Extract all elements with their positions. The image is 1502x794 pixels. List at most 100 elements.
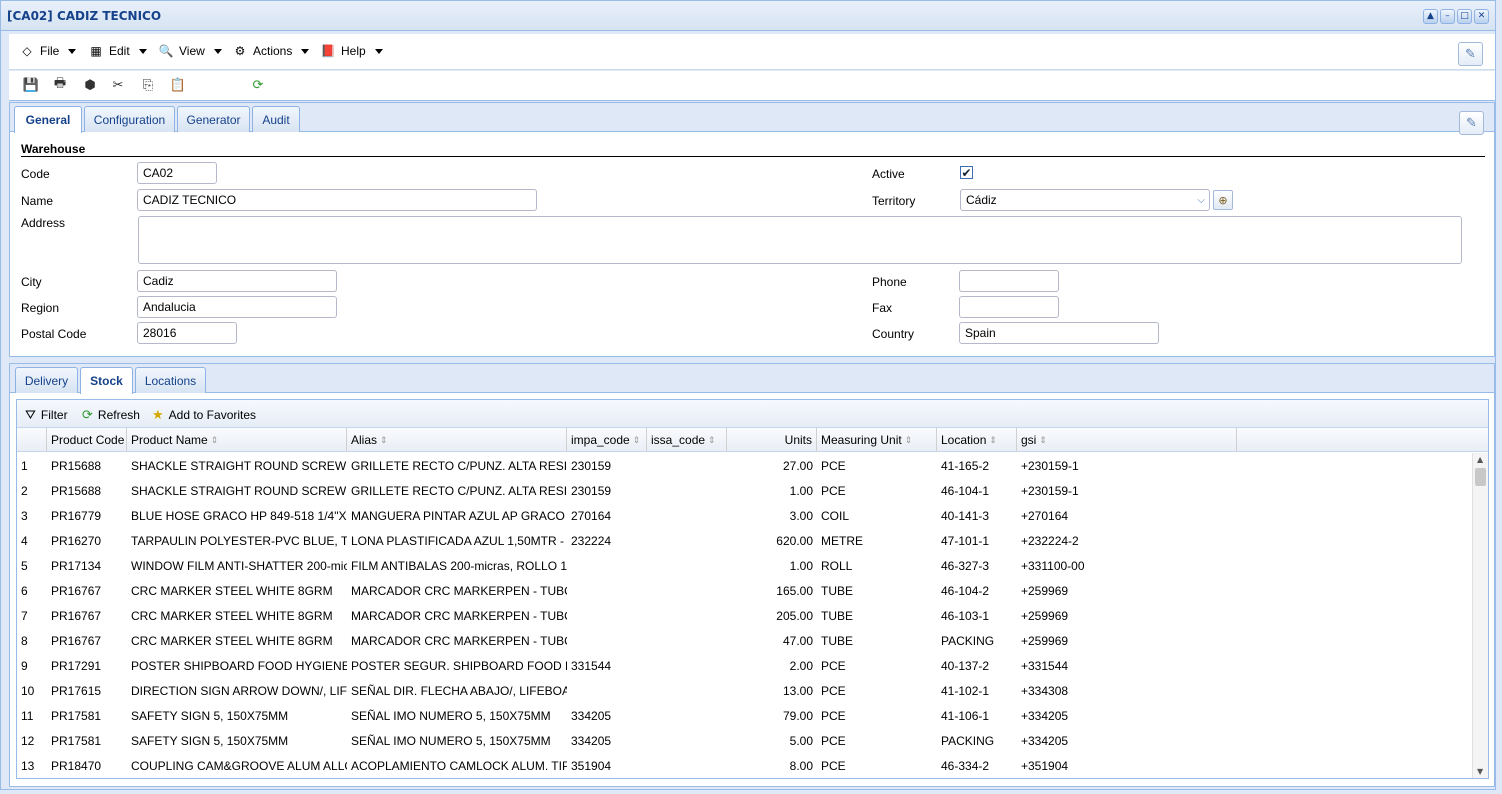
alias-cell[interactable]: SEÑAL IMO NUMERO 5, 150X75MM <box>347 703 567 728</box>
measuring-unit-cell[interactable]: PCE <box>817 653 937 678</box>
units-cell[interactable]: 79.00 <box>727 703 817 728</box>
measuring-unit-cell[interactable]: COIL <box>817 503 937 528</box>
units-cell[interactable]: 165.00 <box>727 578 817 603</box>
filter-button[interactable]: ⛛ Filter <box>25 407 68 423</box>
product-name-cell[interactable]: SAFETY SIGN 5, 150X75MM <box>127 703 347 728</box>
alias-cell[interactable]: MARCADOR CRC MARKERPEN - TUBO 8C <box>347 578 567 603</box>
tab-configuration[interactable]: Configuration <box>84 106 175 132</box>
tab-locations[interactable]: Locations <box>135 367 206 393</box>
issa-code-cell[interactable] <box>647 753 727 778</box>
location-cell[interactable]: 40-141-3 <box>937 503 1017 528</box>
measuring-unit-cell[interactable]: ROLL <box>817 553 937 578</box>
issa-code-cell[interactable] <box>647 628 727 653</box>
gsi-cell[interactable]: +334308 <box>1017 678 1237 703</box>
active-checkbox[interactable]: ✔ <box>960 166 973 179</box>
gsi-cell[interactable]: +334205 <box>1017 728 1237 753</box>
add-to-favorites-button[interactable]: ★ Add to Favorites <box>152 407 256 423</box>
table-row[interactable]: 11 PR17581 SAFETY SIGN 5, 150X75MM SEÑAL IM… <box>17 703 1473 728</box>
tab-general[interactable]: General <box>14 106 82 133</box>
tab-audit[interactable]: Audit <box>252 106 300 132</box>
issa-code-cell[interactable] <box>647 553 727 578</box>
territory-lookup-button[interactable]: ⊕ <box>1213 190 1233 210</box>
maximize-icon[interactable]: □ <box>1457 9 1472 24</box>
location-cell[interactable]: 46-104-2 <box>937 578 1017 603</box>
row-number-cell[interactable]: 4 <box>17 528 47 553</box>
table-row[interactable]: 4 PR16270 TARPAULIN POLYESTER-PVC BLUE, TH… <box>17 528 1473 553</box>
product-name-cell[interactable]: SAFETY SIGN 5, 150X75MM <box>127 728 347 753</box>
alias-cell[interactable]: SEÑAL DIR. FLECHA ABAJO/, LIFEBOAT <box>347 678 567 703</box>
measuring-unit-cell[interactable]: METRE <box>817 528 937 553</box>
scroll-down-icon[interactable]: ▼ <box>1477 767 1483 776</box>
save-icon[interactable]: 💾 <box>23 77 39 93</box>
row-number-cell[interactable]: 3 <box>17 503 47 528</box>
product-name-cell[interactable]: CRC MARKER STEEL WHITE 8GRM <box>127 628 347 653</box>
product-code-cell[interactable]: PR17581 <box>47 728 127 753</box>
row-number-cell[interactable]: 8 <box>17 628 47 653</box>
product-name-cell[interactable]: BLUE HOSE GRACO HP 849-518 1/4"X30 <box>127 503 347 528</box>
alias-cell[interactable]: FILM ANTIBALAS 200-micras, ROLLO 15: <box>347 553 567 578</box>
table-row[interactable]: 9 PR17291 POSTER SHIPBOARD FOOD HYGIENE, #… <box>17 653 1473 678</box>
refresh-icon[interactable]: ⟳ <box>250 77 266 93</box>
measuring-unit-cell[interactable]: TUBE <box>817 578 937 603</box>
location-cell[interactable]: 41-102-1 <box>937 678 1017 703</box>
issa-code-cell[interactable] <box>647 653 727 678</box>
measuring-unit-cell[interactable]: TUBE <box>817 603 937 628</box>
postal-code-field[interactable]: 28016 <box>137 322 237 344</box>
column-header-units[interactable]: Units <box>727 428 817 452</box>
menu-file[interactable]: ◇ File <box>19 44 77 58</box>
measuring-unit-cell[interactable]: PCE <box>817 703 937 728</box>
location-cell[interactable]: PACKING <box>937 628 1017 653</box>
tab-stock[interactable]: Stock <box>80 367 133 394</box>
issa-code-cell[interactable] <box>647 603 727 628</box>
location-cell[interactable]: 46-103-1 <box>937 603 1017 628</box>
units-cell[interactable]: 27.00 <box>727 453 817 478</box>
menu-view[interactable]: 🔍 View <box>158 44 222 58</box>
row-number-cell[interactable]: 2 <box>17 478 47 503</box>
units-cell[interactable]: 8.00 <box>727 753 817 778</box>
impa-code-cell[interactable]: 334205 <box>567 728 647 753</box>
gsi-cell[interactable]: +259969 <box>1017 578 1237 603</box>
scrollbar-thumb[interactable] <box>1475 468 1486 486</box>
measuring-unit-cell[interactable]: PCE <box>817 678 937 703</box>
row-number-cell[interactable]: 6 <box>17 578 47 603</box>
alias-cell[interactable]: GRILLETE RECTO C/PUNZ. ALTA RESIST <box>347 478 567 503</box>
tab-generator[interactable]: Generator <box>177 106 250 132</box>
impa-code-cell[interactable] <box>567 578 647 603</box>
impa-code-cell[interactable] <box>567 628 647 653</box>
personalize-button[interactable]: ✎ <box>1458 42 1483 66</box>
column-header-measuring-unit[interactable]: Measuring Unit ⇕ <box>817 428 937 452</box>
table-row[interactable]: 6 PR16767 CRC MARKER STEEL WHITE 8GRM MARCA… <box>17 578 1473 603</box>
measuring-unit-cell[interactable]: PCE <box>817 728 937 753</box>
product-code-cell[interactable]: PR17291 <box>47 653 127 678</box>
location-cell[interactable]: 46-327-3 <box>937 553 1017 578</box>
units-cell[interactable]: 205.00 <box>727 603 817 628</box>
row-number-cell[interactable]: 5 <box>17 553 47 578</box>
column-header-gsi[interactable]: gsi ⇕ <box>1017 428 1237 452</box>
table-row[interactable]: 13 PR18470 COUPLING CAM&GROOVE ALUM ALLOY,… <box>17 753 1473 778</box>
impa-code-cell[interactable]: 230159 <box>567 478 647 503</box>
row-number-cell[interactable]: 10 <box>17 678 47 703</box>
grid-scrollbar[interactable]: ▲ ▼ <box>1472 453 1488 778</box>
table-row[interactable]: 2 PR15688 SHACKLE STRAIGHT ROUND SCREW PIN… <box>17 478 1473 503</box>
delete-icon[interactable]: ⬢ <box>82 77 98 93</box>
table-row[interactable]: 7 PR16767 CRC MARKER STEEL WHITE 8GRM MARCA… <box>17 603 1473 628</box>
product-code-cell[interactable]: PR15688 <box>47 453 127 478</box>
gsi-cell[interactable]: +331100-00 <box>1017 553 1237 578</box>
column-header-location[interactable]: Location ⇕ <box>937 428 1017 452</box>
product-name-cell[interactable]: CRC MARKER STEEL WHITE 8GRM <box>127 578 347 603</box>
row-number-cell[interactable]: 12 <box>17 728 47 753</box>
form-personalize-button[interactable]: ✎ <box>1459 111 1484 135</box>
gsi-cell[interactable]: +232224-2 <box>1017 528 1237 553</box>
issa-code-cell[interactable] <box>647 453 727 478</box>
minimize-icon[interactable]: – <box>1440 9 1455 24</box>
scroll-up-icon[interactable]: ▲ <box>1477 455 1483 464</box>
row-number-cell[interactable]: 9 <box>17 653 47 678</box>
alias-cell[interactable]: MARCADOR CRC MARKERPEN - TUBO 8C <box>347 603 567 628</box>
gsi-cell[interactable]: +230159-1 <box>1017 453 1237 478</box>
table-row[interactable]: 5 PR17134 WINDOW FILM ANTI-SHATTER 200-mic… <box>17 553 1473 578</box>
product-name-cell[interactable]: TARPAULIN POLYESTER-PVC BLUE, THIC <box>127 528 347 553</box>
product-code-cell[interactable]: PR17581 <box>47 703 127 728</box>
column-header-issa-code[interactable]: issa_code ⇕ <box>647 428 727 452</box>
print-icon[interactable]: 🖶 <box>52 76 68 93</box>
issa-code-cell[interactable] <box>647 578 727 603</box>
